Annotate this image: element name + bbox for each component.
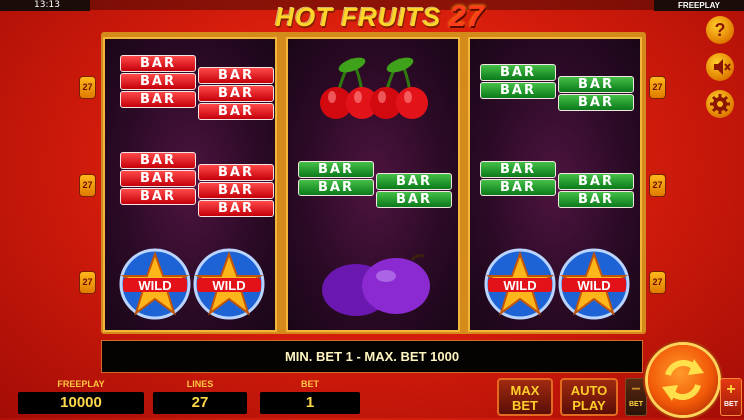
line-marker-right: 27: [650, 175, 665, 196]
double-bar-symbol: BAR BAR BAR BAR: [298, 161, 452, 215]
bar-tile: BAR: [480, 64, 556, 81]
bar-tile: BAR: [376, 173, 452, 190]
logo-number: 27: [449, 0, 485, 33]
bet-decrease-button[interactable]: − BET: [625, 378, 647, 416]
line-marker-left: 27: [80, 77, 95, 98]
autoplay-line2: PLAY: [572, 398, 606, 413]
sound-off-icon: [714, 59, 731, 75]
bar-tile: BAR: [480, 179, 556, 196]
double-bar-symbol: BAR BAR BAR BAR: [480, 64, 634, 118]
balance-label: FREEPLAY: [57, 379, 105, 389]
triple-bar-symbol: BAR BAR BAR BAR BAR BAR: [120, 152, 274, 222]
game-logo: HOT FRUITS 27: [250, 0, 510, 34]
bet-label: BET: [301, 379, 319, 389]
reel-1: BAR BAR BAR BAR BAR BAR BAR BAR BAR BAR …: [103, 37, 277, 332]
spin-button[interactable]: [648, 345, 718, 415]
bar-tile: BAR: [480, 82, 556, 99]
help-button[interactable]: ?: [706, 16, 734, 44]
wild-label: WILD: [503, 278, 536, 293]
wild-label: WILD: [138, 278, 171, 293]
bar-tile: BAR: [198, 85, 274, 102]
line-marker-left: 27: [80, 175, 95, 196]
reel-2: BAR BAR BAR BAR: [286, 37, 460, 332]
bar-tile: BAR: [120, 152, 196, 169]
help-icon: ?: [714, 20, 726, 40]
wild-label: WILD: [577, 278, 610, 293]
bar-tile: BAR: [376, 191, 452, 208]
bet-value: 1: [260, 392, 360, 414]
plus-icon: +: [726, 381, 736, 398]
bar-tile: BAR: [558, 191, 634, 208]
bar-tile: BAR: [198, 182, 274, 199]
line-marker-right: 27: [650, 77, 665, 98]
cherries-icon: [320, 57, 428, 119]
minus-icon: −: [631, 381, 641, 398]
info-message: MIN. BET 1 - MAX. BET 1000: [101, 340, 643, 373]
lines-value: 27: [153, 392, 247, 414]
max-bet-line1: MAX: [510, 383, 540, 398]
double-bar-symbol: BAR BAR BAR BAR: [480, 161, 634, 215]
bar-tile: BAR: [198, 67, 274, 84]
balance-value: 10000: [18, 392, 144, 414]
bet-increase-label: BET: [724, 401, 738, 408]
reel-3: BAR BAR BAR BAR BAR BAR BAR BAR WILD WIL…: [468, 37, 642, 332]
triple-bar-symbol: BAR BAR BAR BAR BAR BAR: [120, 55, 274, 125]
clock: 13:13: [0, 0, 90, 11]
settings-button[interactable]: [706, 90, 734, 118]
spin-arrows-icon: [662, 359, 704, 401]
plums-icon: [322, 254, 430, 316]
logo-title: HOT FRUITS: [275, 2, 442, 32]
bar-tile: BAR: [198, 103, 274, 120]
lines-label: LINES: [186, 379, 214, 389]
bar-tile: BAR: [198, 164, 274, 181]
bar-tile: BAR: [480, 161, 556, 178]
wild-star-symbol: WILD WILD: [119, 248, 265, 320]
autoplay-button[interactable]: AUTO PLAY: [560, 378, 618, 416]
bar-tile: BAR: [120, 73, 196, 90]
bet-increase-button[interactable]: + BET: [720, 378, 742, 416]
bar-tile: BAR: [558, 173, 634, 190]
bar-tile: BAR: [120, 55, 196, 72]
line-marker-left: 27: [80, 272, 95, 293]
line-marker-right: 27: [650, 272, 665, 293]
bar-tile: BAR: [198, 200, 274, 217]
autoplay-line1: AUTO: [570, 383, 608, 398]
bar-tile: BAR: [298, 161, 374, 178]
bar-tile: BAR: [120, 170, 196, 187]
mode-badge: FREEPLAY: [654, 0, 744, 11]
bar-tile: BAR: [120, 91, 196, 108]
settings-gear-icon: [710, 94, 730, 114]
bar-tile: BAR: [558, 76, 634, 93]
max-bet-line2: BET: [512, 398, 538, 413]
sound-button[interactable]: [706, 53, 734, 81]
bar-tile: BAR: [558, 94, 634, 111]
wild-label: WILD: [212, 278, 245, 293]
max-bet-button[interactable]: MAX BET: [497, 378, 553, 416]
bar-tile: BAR: [298, 179, 374, 196]
wild-star-symbol: WILD WILD: [484, 248, 630, 320]
bet-decrease-label: BET: [629, 401, 643, 408]
bar-tile: BAR: [120, 188, 196, 205]
